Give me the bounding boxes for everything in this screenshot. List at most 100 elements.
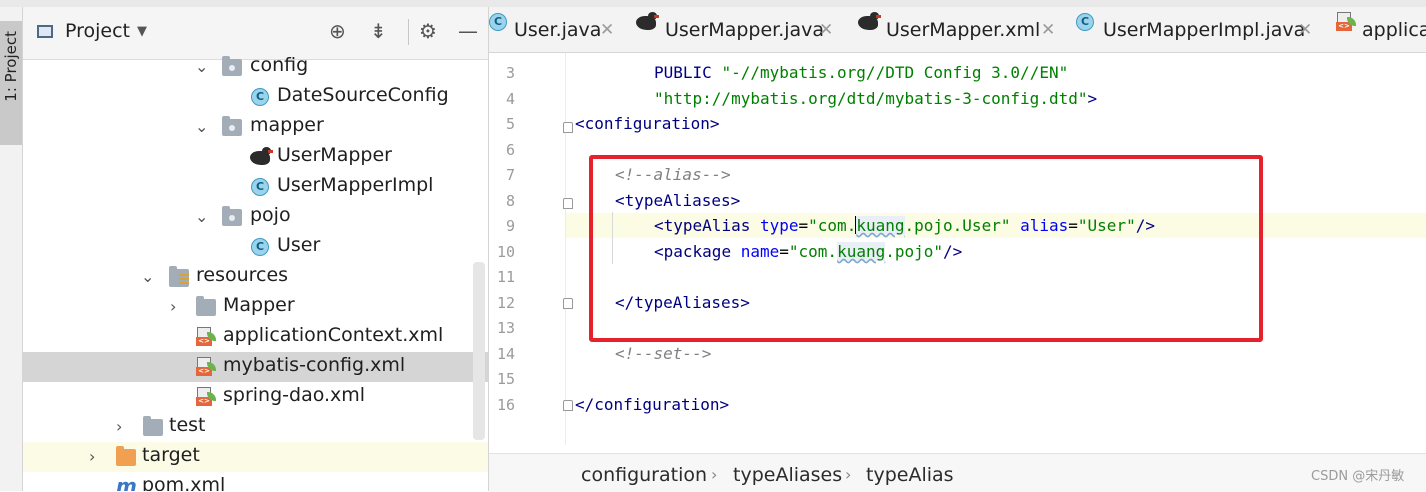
line-number: 7 [505, 166, 515, 184]
tree-row-test[interactable]: › test [23, 412, 488, 442]
line-number: 13 [496, 319, 515, 337]
mybatis-bird-icon [634, 12, 659, 32]
breadcrumb-item[interactable]: configuration [581, 464, 707, 486]
tab-usermapper-xml[interactable]: UserMapper.xml ✕ [854, 7, 1064, 52]
spring-xml-icon: <> [196, 387, 216, 407]
highlight-annotation-box [589, 155, 1263, 342]
chevron-down-icon[interactable]: ▼ [137, 24, 147, 39]
line-number: 12 [496, 294, 515, 312]
line-number: 5 [505, 115, 515, 133]
class-icon: C [251, 238, 269, 256]
tree-row-spring-dao-xml[interactable]: <> spring-dao.xml [23, 382, 488, 412]
tree-item-label: config [250, 54, 309, 76]
spring-xml-icon: <> [1336, 12, 1356, 32]
tree-item-label: pom.xml [142, 474, 226, 491]
chevron-right-icon[interactable]: › [116, 417, 122, 436]
class-icon: C [251, 178, 269, 196]
line-number: 16 [496, 396, 515, 414]
line-number: 14 [496, 345, 515, 363]
tree-row-mybatis-config-xml[interactable]: <> mybatis-config.xml [23, 352, 488, 382]
project-tree-scrollbar[interactable] [473, 262, 485, 440]
tree-item-label: mapper [250, 114, 324, 136]
tree-item-label: DateSourceConfig [277, 84, 449, 106]
tree-row-pojo[interactable]: ⌄ pojo [23, 202, 488, 232]
tree-item-label: target [142, 444, 200, 466]
fold-marker-icon[interactable] [563, 400, 573, 411]
code-token: </ [575, 395, 595, 414]
gear-icon[interactable]: ⚙ [419, 20, 437, 42]
tree-item-label: UserMapper [277, 144, 392, 166]
chevron-down-icon[interactable]: ⌄ [195, 57, 208, 76]
line-number: 8 [505, 192, 515, 210]
breadcrumb-item[interactable]: typeAliases [733, 464, 842, 486]
fold-marker-icon[interactable] [563, 298, 573, 309]
tree-row-user[interactable]: C User [23, 232, 488, 262]
chevron-down-icon[interactable]: ⌄ [141, 267, 154, 286]
doctype-keyword: PUBLIC [654, 63, 722, 82]
tree-row-pom-xml[interactable]: m pom.xml [23, 472, 488, 491]
line-number: 3 [505, 64, 515, 82]
close-icon[interactable]: ✕ [600, 20, 614, 40]
resources-folder-icon [169, 266, 189, 287]
project-view-title[interactable]: Project [65, 20, 130, 42]
chevron-right-icon[interactable]: › [170, 297, 176, 316]
tab-label: UserMapperImpl.java [1103, 19, 1306, 41]
code-line-16: </configuration> [575, 394, 729, 416]
tree-row-usermapper[interactable]: UserMapper [23, 142, 488, 172]
tree-row-target[interactable]: › target [23, 442, 488, 472]
tree-item-label: UserMapperImpl [277, 174, 434, 196]
line-number: 9 [505, 217, 515, 235]
tree-item-label: resources [196, 264, 289, 286]
code-token: > [709, 114, 720, 133]
watermark: CSDN @宋丹敏 [1311, 469, 1405, 484]
tree-row-datesourceconfig[interactable]: C DateSourceConfig [23, 82, 488, 112]
chevron-right-icon: › [845, 465, 852, 484]
close-icon[interactable]: ✕ [1298, 20, 1312, 40]
project-tool-window-label: 1: Project [2, 31, 20, 102]
close-icon[interactable]: ✕ [1041, 20, 1055, 40]
tree-row-resources[interactable]: ⌄ resources [23, 262, 488, 292]
chevron-right-icon: › [711, 465, 718, 484]
tree-row-applicationcontext-xml[interactable]: <> applicationContext.xml [23, 322, 488, 352]
line-number: 15 [496, 370, 515, 388]
chevron-right-icon[interactable]: › [89, 447, 95, 466]
package-folder-icon [222, 56, 242, 76]
tab-label: UserMapper.java [665, 19, 825, 41]
locate-icon[interactable]: ⊕ [329, 20, 346, 42]
fold-marker-icon[interactable] [563, 122, 573, 133]
code-line-5: <configuration> [575, 113, 720, 135]
excluded-folder-icon [116, 446, 136, 466]
code-token: > [719, 395, 730, 414]
tree-row-usermapperimpl[interactable]: C UserMapperImpl [23, 172, 488, 202]
breadcrumb-item[interactable]: typeAlias [866, 464, 954, 486]
folder-icon [196, 296, 216, 316]
fold-marker-icon[interactable] [563, 198, 573, 209]
mybatis-bird-icon [856, 12, 881, 32]
chevron-down-icon[interactable]: ⌄ [195, 207, 208, 226]
tab-label: applica [1362, 19, 1426, 41]
tree-row-mapper[interactable]: ⌄ mapper [23, 112, 488, 142]
tab-usermapperimpl-java[interactable]: C UserMapperImpl.java ✕ [1074, 7, 1319, 52]
tree-row-config[interactable]: ⌄ config [23, 52, 488, 82]
chevron-down-icon[interactable]: ⌄ [195, 117, 208, 136]
spring-xml-icon: <> [196, 327, 216, 347]
class-icon: C [489, 13, 507, 31]
code-line-14: <!--set--> [615, 343, 711, 365]
tree-row-mapper-folder[interactable]: › Mapper [23, 292, 488, 322]
hide-panel-icon[interactable]: — [458, 20, 478, 42]
tree-item-label: spring-dao.xml [223, 384, 366, 406]
tab-applicationcontext[interactable]: <> applica [1334, 7, 1426, 52]
close-icon[interactable]: ✕ [819, 20, 833, 40]
package-folder-icon [222, 116, 242, 136]
tree-item-label: mybatis-config.xml [223, 354, 406, 376]
project-tool-window-button[interactable]: 1: Project [0, 21, 22, 145]
tab-user-java[interactable]: C User.java ✕ [489, 7, 629, 52]
project-panel: Project ▼ ⊕ ⇟ ⚙ — ⌄ config C DateSourceC… [23, 7, 489, 491]
maven-icon: m [116, 474, 137, 491]
folder-icon [143, 416, 163, 436]
collapse-all-icon[interactable]: ⇟ [370, 20, 387, 42]
mybatis-bird-icon [248, 147, 273, 167]
left-tool-strip: 1: Project [0, 7, 23, 491]
tab-usermapper-java[interactable]: UserMapper.java ✕ [632, 7, 842, 52]
code-token: > [1087, 89, 1098, 108]
